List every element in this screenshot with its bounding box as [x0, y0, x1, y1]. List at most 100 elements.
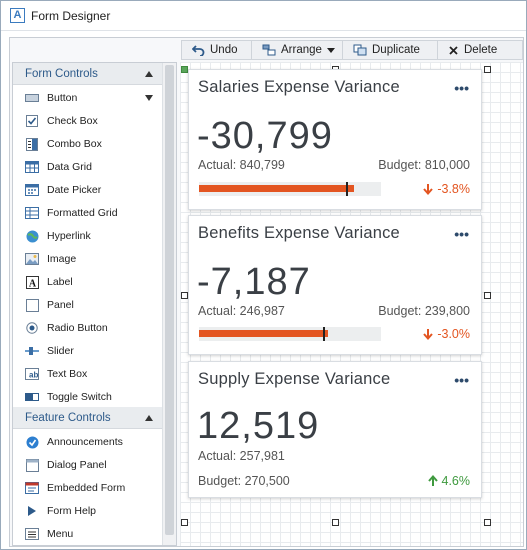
hyperlink-icon	[25, 229, 39, 243]
sidebar-item-label: Menu	[47, 528, 74, 540]
form-controls-header[interactable]: Form Controls	[13, 63, 163, 85]
arrange-button[interactable]: Arrange	[252, 41, 343, 59]
svg-text:ab: ab	[29, 371, 38, 380]
more-options-icon[interactable]: •••	[454, 372, 469, 388]
close-icon	[449, 45, 458, 55]
budget-value: Budget: 270,500	[198, 474, 290, 488]
label-icon: A	[25, 275, 39, 289]
sidebar-item-panel[interactable]: Panel	[13, 294, 163, 316]
more-options-icon[interactable]: •••	[454, 80, 469, 96]
sidebar-item-label: Form Help	[47, 505, 97, 517]
sidebar-item-label: Slider	[47, 345, 74, 357]
resize-handle-left[interactable]	[181, 292, 188, 299]
sidebar-item-dialog-panel[interactable]: Dialog Panel	[13, 454, 163, 476]
dialog-panel-icon	[25, 458, 39, 472]
resize-handle-right[interactable]	[484, 292, 491, 299]
sidebar-item-data-grid[interactable]: Data Grid	[13, 156, 163, 178]
variance-value: 12,519	[197, 405, 320, 447]
sidebar-item-radio-button[interactable]: Radio Button	[13, 317, 163, 339]
variance-value: -30,799	[197, 115, 333, 157]
sidebar-item-label: Check Box	[47, 115, 98, 127]
slider-icon	[25, 344, 39, 358]
kpi-card-salaries[interactable]: Salaries Expense Variance ••• -30,799 Ac…	[188, 69, 482, 210]
sidebar-item-label: Date Picker	[47, 184, 102, 196]
chevron-up-icon	[145, 415, 153, 421]
sidebar-item-formatted-grid[interactable]: Formatted Grid	[13, 202, 163, 224]
progress-bar-fill	[199, 330, 328, 337]
progress-bar-fill	[199, 185, 354, 192]
variance-percent: -3.0%	[423, 327, 470, 341]
duplicate-icon	[353, 44, 367, 56]
sidebar-item-toggle-switch[interactable]: Toggle Switch	[13, 386, 163, 408]
sidebar-item-label-control[interactable]: A Label	[13, 271, 163, 293]
duplicate-label: Duplicate	[372, 44, 420, 56]
variance-percent: -3.8%	[423, 182, 470, 196]
feature-controls-header[interactable]: Feature Controls	[13, 407, 163, 429]
window-title: Form Designer	[31, 9, 111, 23]
sidebar-item-form-help[interactable]: Form Help	[13, 500, 163, 522]
announcements-icon	[25, 435, 39, 449]
sidebar-item-label: Text Box	[47, 368, 88, 380]
date-picker-icon	[25, 183, 39, 197]
actual-value: Actual: 257,981	[198, 449, 285, 463]
sidebar-item-check-box[interactable]: Check Box	[13, 110, 163, 132]
duplicate-button[interactable]: Duplicate	[343, 41, 438, 59]
budget-value: Budget: 810,000	[378, 158, 470, 172]
panel-icon	[25, 298, 39, 312]
resize-handle-bottom-left[interactable]	[181, 519, 188, 526]
designer-toolbar: Undo Arrange Duplicate Delete	[181, 40, 523, 60]
rotate-handle[interactable]	[181, 66, 188, 73]
sidebar-scrollbar[interactable]	[162, 63, 176, 545]
budget-value: Budget: 239,800	[378, 304, 470, 318]
variance-percent-label: -3.8%	[437, 182, 470, 196]
sidebar-item-label: Announcements	[47, 436, 123, 448]
undo-icon	[192, 44, 205, 56]
progress-bar	[199, 182, 381, 196]
svg-text:A: A	[28, 278, 36, 289]
sidebar-item-label: Button	[47, 92, 78, 104]
sidebar-item-announcements[interactable]: Announcements	[13, 431, 163, 453]
actual-value: Actual: 840,799	[198, 158, 285, 172]
toggle-switch-icon	[25, 390, 39, 404]
sidebar-item-combo-box[interactable]: Combo Box	[13, 133, 163, 155]
text-box-icon: ab	[25, 367, 39, 381]
sidebar-item-image[interactable]: Image	[13, 248, 163, 270]
feature-controls-header-label: Feature Controls	[25, 412, 111, 424]
actual-value: Actual: 246,987	[198, 304, 285, 318]
sidebar-item-date-picker[interactable]: Date Picker	[13, 179, 163, 201]
undo-button[interactable]: Undo	[182, 41, 252, 59]
sidebar-item-label: Panel	[47, 299, 74, 311]
combo-box-icon	[25, 137, 39, 151]
more-options-icon[interactable]: •••	[454, 226, 469, 242]
sidebar-item-slider[interactable]: Slider	[13, 340, 163, 362]
sidebar-item-hyperlink[interactable]: Hyperlink	[13, 225, 163, 247]
variance-percent-label: -3.0%	[437, 327, 470, 341]
delete-button[interactable]: Delete	[438, 41, 518, 59]
kpi-card-supply[interactable]: Supply Expense Variance ••• 12,519 Actua…	[188, 361, 482, 498]
chevron-up-icon	[145, 71, 153, 77]
sidebar-item-label: Dialog Panel	[47, 459, 107, 471]
radio-button-icon	[25, 321, 39, 335]
sidebar-item-button[interactable]: Button	[13, 87, 163, 109]
arrow-down-icon	[423, 329, 434, 340]
delete-label: Delete	[464, 44, 498, 56]
variance-percent: 4.6%	[427, 474, 470, 488]
chevron-down-icon[interactable]	[145, 95, 153, 101]
resize-handle-bottom[interactable]	[332, 519, 339, 526]
sidebar-item-label: Radio Button	[47, 322, 108, 334]
kpi-card-benefits[interactable]: Benefits Expense Variance ••• -7,187 Act…	[188, 215, 482, 355]
chevron-down-icon	[326, 48, 335, 53]
sidebar-item-menu[interactable]: Menu	[13, 523, 163, 545]
resize-handle-bottom-right[interactable]	[484, 519, 491, 526]
title-bar: A Form Designer	[1, 1, 526, 31]
arrow-down-icon	[423, 184, 434, 195]
embedded-form-icon	[25, 481, 39, 495]
progress-bar	[199, 327, 381, 341]
form-help-icon	[25, 504, 39, 518]
sidebar-item-text-box[interactable]: ab Text Box	[13, 363, 163, 385]
arrange-icon	[262, 44, 276, 56]
resize-handle-top-right[interactable]	[484, 66, 491, 73]
sidebar-item-embedded-form[interactable]: Embedded Form	[13, 477, 163, 499]
sidebar-scrollbar-thumb[interactable]	[165, 65, 174, 535]
image-icon	[25, 252, 39, 266]
